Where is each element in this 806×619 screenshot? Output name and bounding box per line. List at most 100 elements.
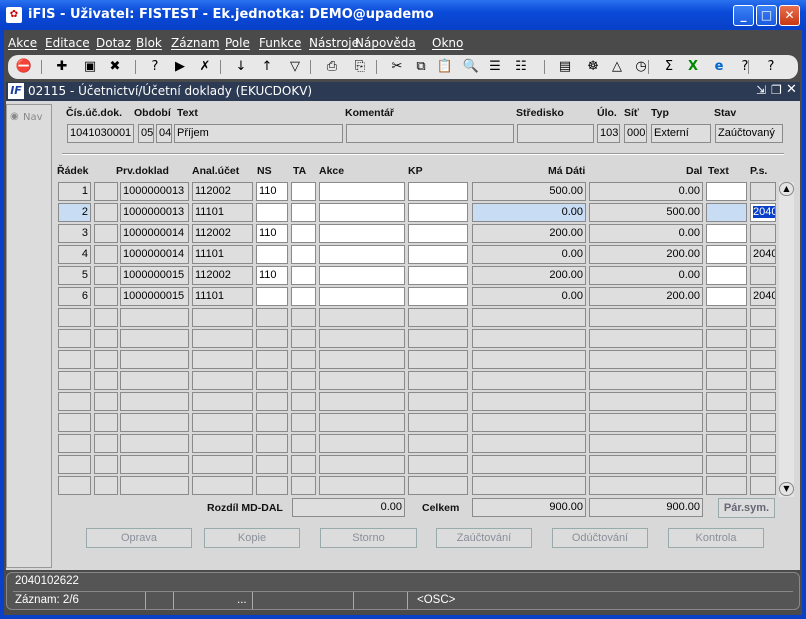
cell-dal[interactable] [589,350,703,369]
cell-akce[interactable] [319,476,405,495]
menu-nástroje[interactable]: Nástroje [309,36,359,50]
cell-ns[interactable] [256,245,288,264]
cell-anal[interactable]: 11101 [192,245,253,264]
cell-ps[interactable] [750,350,776,369]
storno-button[interactable]: Storno [320,528,417,548]
cell-ns[interactable] [256,476,288,495]
komentar-field[interactable] [346,124,514,143]
menu-blok[interactable]: Blok [136,36,162,50]
cell-blank[interactable] [94,329,118,348]
nav-radio-icon[interactable]: ◉ [10,111,19,122]
cell-kp[interactable] [408,350,468,369]
cell-ns[interactable]: 110 [256,266,288,285]
cell-akce[interactable] [319,224,405,243]
sort-asc-icon[interactable]: ↓ [232,58,250,76]
cell-ns[interactable]: 110 [256,182,288,201]
cell-prv[interactable] [120,308,189,327]
cell-prv[interactable] [120,455,189,474]
cell-dal[interactable] [589,329,703,348]
rozdil-field[interactable]: 0.00 [292,498,405,517]
save-icon[interactable]: ▣ [81,58,99,76]
sit-field[interactable]: 000 [624,124,647,143]
sum-icon[interactable]: Σ [660,58,678,76]
cell-kp[interactable] [408,371,468,390]
cell-radek[interactable]: 6 [58,287,91,306]
cell-prv[interactable] [120,371,189,390]
cell-kp[interactable] [408,245,468,264]
cell-anal[interactable]: 112002 [192,182,253,201]
cell-ps[interactable] [750,455,776,474]
cell-text[interactable] [706,455,747,474]
cell-radek[interactable] [58,371,91,390]
delete-record-icon[interactable]: ✖ [106,58,124,76]
cell-kp[interactable] [408,287,468,306]
cell-blank[interactable] [94,182,118,201]
cell-anal[interactable] [192,455,253,474]
find-icon[interactable]: 🔍 [462,58,480,76]
browser-icon[interactable]: e [710,58,728,76]
cell-akce[interactable] [319,392,405,411]
menu-okno[interactable]: Okno [432,36,463,50]
vertical-scrollbar[interactable]: ▲ ▼ [779,182,794,497]
cell-dal[interactable]: 0.00 [589,266,703,285]
cell-dal[interactable]: 200.00 [589,287,703,306]
cell-blank[interactable] [94,266,118,285]
cell-akce[interactable] [319,266,405,285]
cell-md[interactable] [472,329,586,348]
cell-kp[interactable] [408,203,468,222]
cell-ns[interactable] [256,287,288,306]
cell-md[interactable]: 500.00 [472,182,586,201]
cell-radek[interactable] [58,455,91,474]
cell-prv[interactable]: 1000000015 [120,287,189,306]
cell-dal[interactable] [589,476,703,495]
cell-akce[interactable] [319,434,405,453]
cell-dal[interactable] [589,308,703,327]
cell-ps[interactable] [750,392,776,411]
cell-anal[interactable]: 11101 [192,287,253,306]
cell-ps[interactable] [750,329,776,348]
cell-dal[interactable]: 0.00 [589,182,703,201]
stredisko-field[interactable] [517,124,594,143]
cell-ns[interactable]: 110 [256,224,288,243]
cell-ns[interactable] [256,434,288,453]
cell-ns[interactable] [256,392,288,411]
cell-akce[interactable] [319,413,405,432]
cell-ta[interactable] [291,371,316,390]
cell-radek[interactable]: 5 [58,266,91,285]
cell-akce[interactable] [319,308,405,327]
settings-icon[interactable]: ☸ [584,58,602,76]
cell-akce[interactable] [319,182,405,201]
cell-md[interactable]: 0.00 [472,287,586,306]
cell-text[interactable] [706,329,747,348]
cell-radek[interactable] [58,392,91,411]
cell-anal[interactable] [192,350,253,369]
scroll-down-icon[interactable]: ▼ [779,482,794,496]
cell-md[interactable] [472,434,586,453]
cell-prv[interactable]: 1000000013 [120,182,189,201]
form-icon[interactable]: ▤ [556,58,574,76]
menu-nápověda[interactable]: Nápověda [355,36,416,50]
cell-prv[interactable]: 1000000014 [120,224,189,243]
cell-radek[interactable] [58,329,91,348]
menu-dotaz[interactable]: Dotaz [96,36,131,50]
cell-anal[interactable] [192,413,253,432]
zauctovani-button[interactable]: Zaúčtování [436,528,532,548]
cell-blank[interactable] [94,224,118,243]
cell-kp[interactable] [408,455,468,474]
cell-md[interactable]: 200.00 [472,266,586,285]
minimize-button[interactable]: _ [733,5,754,26]
context-help-icon[interactable]: ? [762,58,780,76]
cell-ps[interactable]: 2040 [750,245,776,264]
print-icon[interactable]: ⎙ [323,58,341,76]
query-cancel-icon[interactable]: ✗ [196,58,214,76]
cell-md[interactable]: 0.00 [472,245,586,264]
close-button[interactable]: ✕ [779,5,800,26]
cell-anal[interactable] [192,392,253,411]
cell-akce[interactable] [319,371,405,390]
cell-dal[interactable] [589,392,703,411]
paste-icon[interactable]: 📋 [436,58,454,76]
cell-md[interactable]: 200.00 [472,224,586,243]
cell-ps[interactable] [750,476,776,495]
cell-akce[interactable] [319,287,405,306]
copy-icon[interactable]: ⧉ [412,58,430,76]
